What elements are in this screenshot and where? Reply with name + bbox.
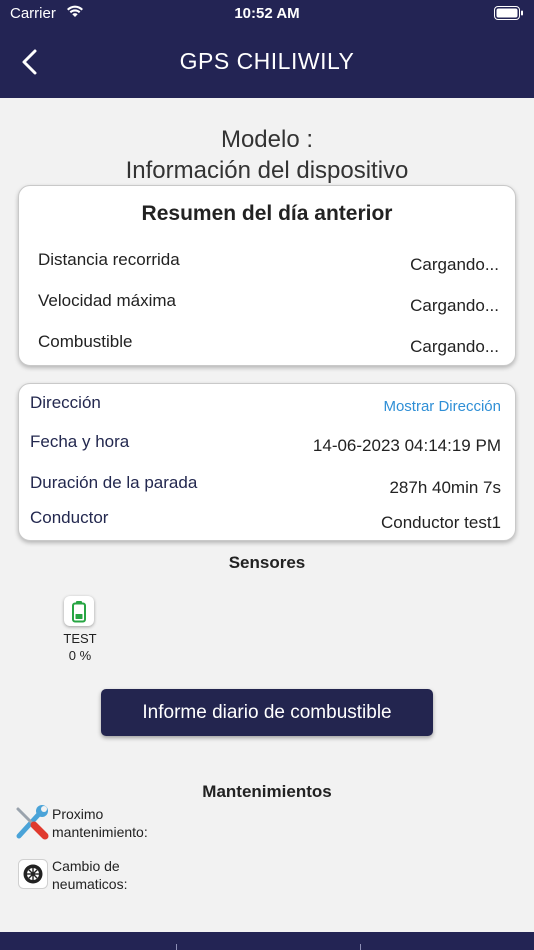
maintenance-title: Mantenimientos [202, 782, 332, 801]
datetime-value: 14-06-2023 04:14:19 PM [312, 436, 501, 455]
address-label: Dirección [30, 393, 101, 412]
next-maintenance-line2: mantenimiento: [52, 824, 148, 840]
tab-separator [360, 944, 361, 950]
driver-value: Conductor test1 [380, 513, 501, 532]
sensor-test-tile[interactable] [64, 596, 94, 626]
datetime-label: Fecha y hora [30, 432, 130, 451]
tire-icon [18, 859, 48, 894]
driver-label: Conductor [30, 508, 109, 527]
summary-title: Resumen del día anterior [141, 202, 393, 225]
tire-change-label: Cambio de neumaticos: [52, 857, 127, 893]
bottom-tab-bar[interactable] [0, 932, 534, 950]
next-maintenance-label: Proximo mantenimiento: [52, 805, 148, 841]
max-speed-label: Velocidad máxima [38, 291, 176, 310]
fuel-label: Combustible [38, 332, 133, 351]
device-info-label: Información del dispositivo [125, 157, 409, 184]
model-label: Modelo : [220, 126, 314, 153]
stop-duration-value: 287h 40min 7s [389, 478, 501, 497]
distance-value: Cargando... [410, 255, 499, 274]
max-speed-value: Cargando... [410, 296, 499, 315]
tab-separator [176, 944, 177, 950]
status-bar: Carrier 10:52 AM [0, 0, 534, 28]
sensor-name: TEST [63, 631, 97, 646]
stop-duration-label: Duración de la parada [30, 473, 198, 492]
previous-day-summary-card: Resumen del día anterior Distancia recor… [18, 185, 516, 366]
page-title: GPS CHILIWILY [179, 48, 355, 74]
tire-change-line1: Cambio de [52, 858, 120, 874]
device-details-card: Dirección Mostrar Dirección Fecha y hora… [18, 383, 516, 541]
sensor-value: 0 % [68, 648, 92, 663]
tools-icon [12, 803, 52, 848]
clock-label: 10:52 AM [234, 5, 300, 22]
battery-status-icon [494, 6, 524, 24]
battery-icon [72, 601, 86, 623]
sensors-title: Sensores [228, 553, 306, 572]
device-model-heading: Modelo : Información del dispositivo [0, 124, 534, 186]
show-address-link[interactable]: Mostrar Dirección [383, 398, 501, 415]
fuel-value: Cargando... [410, 337, 499, 356]
tire-change-line2: neumaticos: [52, 876, 128, 892]
distance-label: Distancia recorrida [38, 250, 180, 269]
next-maintenance-line1: Proximo [52, 806, 104, 822]
top-bar: Carrier 10:52 AM GPS CHILIWILY [0, 0, 534, 98]
daily-fuel-report-button[interactable]: Informe diario de combustible [101, 689, 433, 736]
